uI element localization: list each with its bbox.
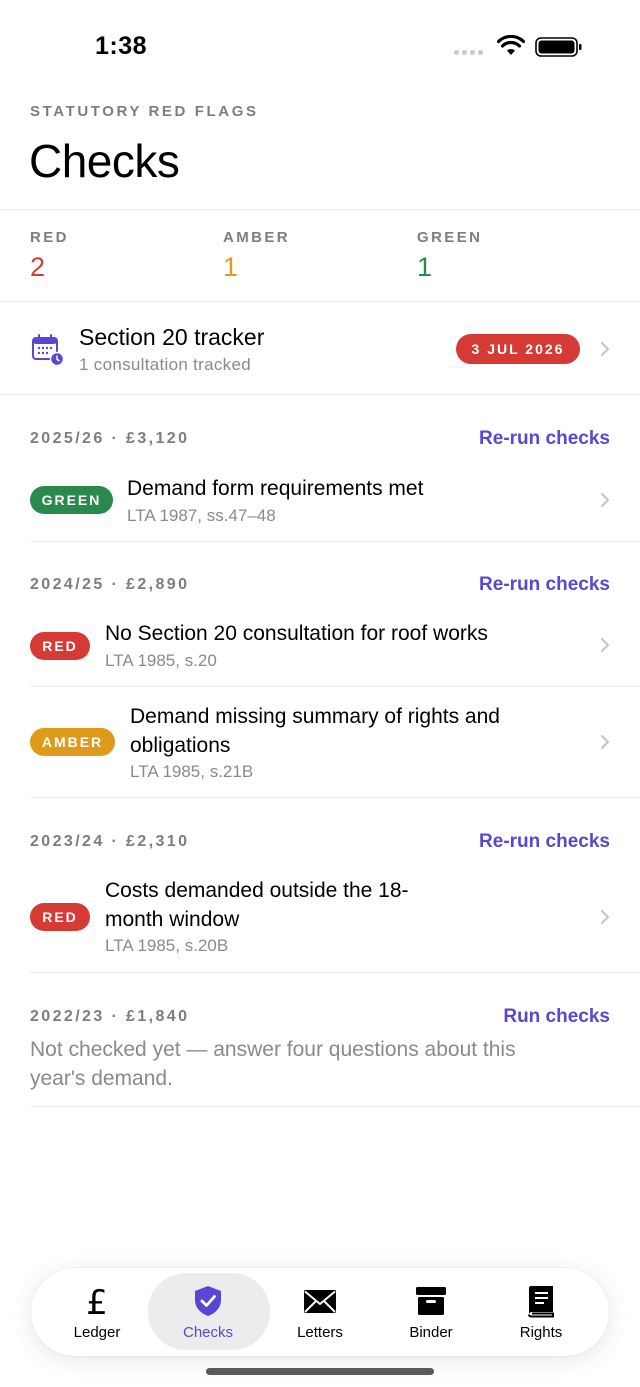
cellular-signal-icon: [454, 50, 483, 55]
check-reference: LTA 1987, ss.47–48: [127, 506, 276, 525]
section-eyebrow: STATUTORY RED FLAGS: [30, 103, 259, 120]
check-title: Demand missing summary of rights and obl…: [130, 702, 500, 760]
check-reference: LTA 1985, s.21B: [130, 762, 254, 781]
chevron-right-icon: [601, 910, 609, 924]
run-checks-button[interactable]: Run checks: [503, 1006, 610, 1028]
check-title-line: Demand missing summary of rights and: [130, 705, 500, 728]
tracker-title: Section 20 tracker: [79, 324, 265, 350]
pound-icon: £: [86, 1284, 108, 1318]
tracker-subtitle: 1 consultation tracked: [79, 355, 251, 374]
summary-label: AMBER: [223, 229, 290, 246]
deadline-badge: 3 JUL 2026: [456, 334, 580, 364]
divider: [30, 541, 640, 542]
status-pill: GREEN: [30, 486, 113, 514]
check-row[interactable]: RED Costs demanded outside the 18- month…: [0, 862, 640, 972]
rerun-checks-button[interactable]: Re-run checks: [479, 831, 610, 853]
tab-bar: £ Ledger Checks Letters Binder Rights: [31, 1268, 609, 1356]
check-row[interactable]: RED No Section 20 consultation for roof …: [0, 610, 640, 686]
check-reference: LTA 1985, s.20B: [105, 936, 229, 955]
status-pill: RED: [30, 903, 90, 931]
book-icon: [528, 1286, 554, 1318]
tab-label: Letters: [297, 1324, 343, 1341]
note-line: year's demand.: [30, 1067, 173, 1090]
tab-label: Binder: [409, 1324, 453, 1341]
tab-letters[interactable]: Letters: [260, 1268, 380, 1356]
wifi-icon: [497, 35, 525, 55]
summary-count: 2: [30, 252, 46, 282]
tab-label: Checks: [182, 1324, 234, 1341]
chevron-right-icon: [601, 638, 609, 652]
check-row[interactable]: GREEN Demand form requirements met LTA 1…: [0, 465, 640, 541]
year-heading: 2024/25 · £2,890: [30, 576, 190, 593]
page-title: Checks: [29, 135, 180, 187]
check-row[interactable]: AMBER Demand missing summary of rights a…: [0, 687, 640, 797]
summary-label: RED: [30, 229, 69, 246]
check-reference: LTA 1985, s.20: [105, 651, 217, 670]
check-title-line: obligations: [130, 734, 231, 757]
envelope-icon: [304, 1290, 336, 1313]
divider: [30, 972, 640, 973]
shield-check-icon: [195, 1286, 221, 1316]
summary-red: RED 2: [30, 229, 69, 283]
tab-label: Rights: [519, 1324, 563, 1341]
chevron-right-icon: [601, 493, 609, 507]
check-title: No Section 20 consultation for roof work…: [105, 622, 488, 645]
archive-box-icon: [416, 1287, 446, 1315]
summary-green: GREEN 1: [417, 229, 482, 283]
divider: [30, 797, 640, 798]
tab-ledger[interactable]: £ Ledger: [37, 1268, 157, 1356]
note-line: Not checked yet — answer four questions …: [30, 1038, 516, 1061]
tab-checks[interactable]: Checks: [148, 1268, 270, 1356]
divider: [0, 301, 640, 302]
summary-count: 1: [223, 252, 239, 282]
divider: [0, 209, 640, 210]
status-pill: RED: [30, 632, 90, 660]
divider: [0, 394, 640, 395]
not-checked-note: Not checked yet — answer four questions …: [30, 1035, 590, 1093]
tab-binder[interactable]: Binder: [371, 1268, 491, 1356]
tab-rights[interactable]: Rights: [481, 1268, 601, 1356]
check-title: Costs demanded outside the 18- month win…: [105, 876, 409, 934]
chevron-right-icon: [601, 342, 609, 356]
summary-count: 1: [417, 252, 433, 282]
status-time: 1:38: [95, 32, 148, 60]
home-indicator[interactable]: [206, 1368, 434, 1375]
year-heading: 2025/26 · £3,120: [30, 430, 190, 447]
summary-label: GREEN: [417, 229, 483, 246]
section-20-tracker-row[interactable]: Section 20 tracker 1 consultation tracke…: [0, 303, 640, 395]
calendar-clock-icon: [32, 334, 65, 367]
check-title-line: month window: [105, 908, 240, 931]
status-pill: AMBER: [30, 728, 115, 756]
year-heading: 2022/23 · £1,840: [30, 1008, 190, 1025]
check-title: Demand form requirements met: [127, 477, 424, 500]
rerun-checks-button[interactable]: Re-run checks: [479, 574, 610, 596]
summary-amber: AMBER 1: [223, 229, 290, 283]
tab-label: Ledger: [73, 1324, 121, 1341]
battery-icon: [535, 37, 582, 57]
svg-text:£: £: [86, 1284, 108, 1318]
rerun-checks-button[interactable]: Re-run checks: [479, 428, 610, 450]
year-heading: 2023/24 · £2,310: [30, 833, 190, 850]
check-title-line: Costs demanded outside the 18-: [105, 879, 409, 902]
status-bar: 1:38: [0, 0, 640, 94]
chevron-right-icon: [601, 735, 609, 749]
divider: [30, 1106, 640, 1107]
